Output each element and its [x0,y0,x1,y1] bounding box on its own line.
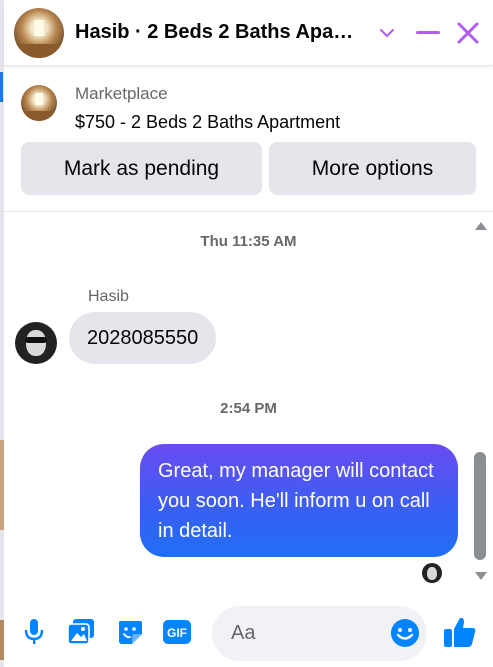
microphone-icon[interactable] [18,616,50,648]
incoming-message-bubble[interactable]: 2028085550 [69,312,217,364]
message-input[interactable] [212,606,382,661]
chat-title[interactable]: Hasib · 2 Beds 2 Baths Apa… [75,21,371,44]
listing-title[interactable]: $750 - 2 Beds 2 Baths Apartment [75,112,340,133]
sender-avatar[interactable] [15,322,57,364]
emoji-icon[interactable] [390,618,420,648]
chevron-down-icon[interactable] [372,18,402,48]
background-accent [0,72,3,102]
message-list[interactable]: Thu 11:35 AM Hasib 2028085550 2:54 PM Gr… [4,212,493,602]
more-options-button[interactable]: More options [269,142,476,195]
timestamp: Thu 11:35 AM [200,233,297,250]
sticker-icon[interactable] [114,616,146,648]
chat-header: Hasib · 2 Beds 2 Baths Apa… [4,0,493,66]
outgoing-message-bubble[interactable]: Great, my manager will contact you soon.… [140,444,458,557]
chat-window: Hasib · 2 Beds 2 Baths Apa… Marketplace … [4,0,493,667]
marketplace-banner: Marketplace $750 - 2 Beds 2 Baths Apartm… [4,66,493,212]
listing-avatar[interactable] [14,8,64,58]
gif-label: GIF [167,626,187,640]
close-icon[interactable] [453,18,483,48]
seen-indicator-avatar [422,563,442,583]
message-composer: GIF [4,602,493,667]
scroll-up-arrow-icon[interactable] [473,218,489,234]
scrollbar-thumb[interactable] [474,452,486,560]
scroll-down-arrow-icon[interactable] [473,568,489,584]
message-input-wrapper [212,606,427,661]
photo-icon[interactable] [65,616,97,648]
gif-icon[interactable]: GIF [161,616,193,648]
marketplace-label: Marketplace [75,84,168,103]
thumbs-up-icon[interactable] [442,614,478,650]
listing-thumbnail[interactable] [21,85,57,121]
timestamp: 2:54 PM [220,400,277,417]
minimize-icon[interactable] [413,18,443,48]
sender-name: Hasib [88,288,129,305]
mark-as-pending-button[interactable]: Mark as pending [21,142,262,195]
